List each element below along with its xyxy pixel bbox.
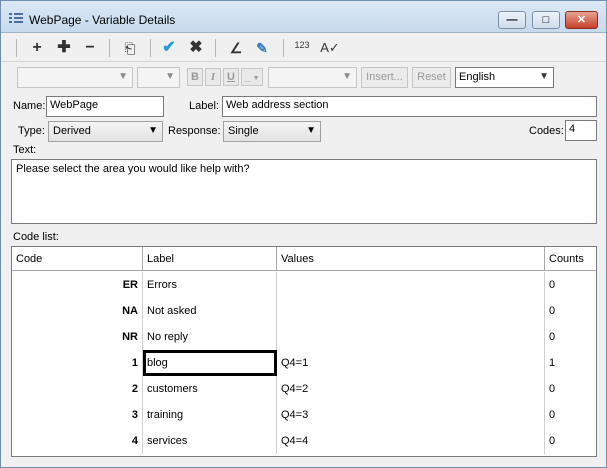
chevron-down-icon: ▼ (342, 71, 352, 82)
variable-list-icon (9, 12, 23, 24)
code-cell[interactable]: ER (12, 272, 143, 298)
maximize-icon: □ (542, 14, 550, 26)
values-cell[interactable]: Q4=4 (277, 428, 545, 454)
close-icon: ✕ (576, 14, 587, 26)
toolbar-separator (150, 39, 151, 57)
chevron-down-icon: ▼ (148, 125, 158, 136)
font-size-select[interactable]: ▼ (137, 67, 180, 88)
codes-field[interactable]: 4 (565, 120, 597, 141)
bold-button[interactable]: B (187, 68, 203, 86)
ok-check-button[interactable]: ✔ (158, 38, 180, 58)
table-row[interactable]: 2 customers Q4=2 0 (12, 376, 596, 402)
title-bar[interactable]: WebPage - Variable Details — □ ✕ (1, 1, 606, 33)
values-cell[interactable]: Q4=2 (277, 376, 545, 402)
line-style-button[interactable]: _ ▼ (241, 68, 263, 86)
spell-check-button[interactable]: A✓ (319, 38, 341, 58)
table-row[interactable]: 1 blog Q4=1 1 (12, 350, 596, 376)
window-title: WebPage - Variable Details (29, 13, 176, 27)
toolbar-separator (109, 39, 110, 57)
minimize-icon: — (506, 14, 518, 26)
chevron-down-icon: ▼ (165, 71, 175, 82)
counts-cell: 1 (549, 357, 556, 369)
counts-cell: 0 (549, 435, 556, 447)
chevron-down-icon: ▼ (118, 71, 128, 82)
table-row[interactable]: NR No reply 0 (12, 324, 596, 350)
chevron-down-icon: ▼ (539, 71, 549, 82)
font-family-select[interactable]: ▼ (17, 67, 133, 88)
chevron-down-icon: ▼ (306, 125, 316, 136)
values-cell[interactable] (277, 272, 545, 298)
code-cell[interactable]: 1 (12, 350, 143, 376)
label-cell[interactable]: Errors (143, 272, 277, 298)
code-cell[interactable]: 3 (12, 402, 143, 428)
language-select[interactable]: English ▼ (455, 67, 554, 88)
values-cell[interactable]: Q4=1 (277, 350, 545, 376)
import-button[interactable]: ⎗ (119, 38, 141, 58)
counts-cell: 0 (549, 383, 556, 395)
type-value: Derived (53, 125, 91, 137)
code-cell[interactable]: NR (12, 324, 143, 350)
label-cell[interactable]: No reply (143, 324, 277, 350)
counts-cell: 0 (549, 279, 556, 291)
code-list-table[interactable]: Code Label Values Counts ER Errors 0 NA … (11, 246, 597, 457)
column-header-label[interactable]: Label (143, 247, 277, 271)
add-code-button[interactable]: + (26, 38, 48, 58)
column-header-values[interactable]: Values (277, 247, 545, 271)
text-label: Text: (13, 144, 37, 156)
label-cell[interactable]: customers (143, 376, 277, 402)
insert-button[interactable]: Insert... (361, 67, 408, 88)
codes-label: Codes: (529, 125, 564, 137)
close-button[interactable]: ✕ (565, 11, 598, 29)
toolbar-separator (16, 39, 17, 57)
name-field[interactable]: WebPage (46, 96, 164, 117)
variable-details-window: WebPage - Variable Details — □ ✕ + ✚ − ⎗… (0, 0, 607, 468)
maximize-button[interactable]: □ (532, 11, 560, 29)
code-cell[interactable]: NA (12, 298, 143, 324)
numbering-button[interactable]: 123 (291, 40, 313, 60)
minimize-button[interactable]: — (498, 11, 526, 29)
label-cell-selected[interactable]: blog (143, 350, 277, 376)
cancel-x-button[interactable]: ✖ (185, 38, 207, 58)
values-cell[interactable] (277, 324, 545, 350)
table-row[interactable]: 4 services Q4=4 0 (12, 428, 596, 454)
type-label: Type: (18, 125, 45, 137)
insert-code-button[interactable]: ✚ (53, 38, 75, 58)
edit-tool-button[interactable]: ✎ (251, 38, 273, 58)
question-text-area[interactable]: Please select the area you would like he… (11, 159, 597, 224)
column-header-code[interactable]: Code (12, 247, 143, 271)
counts-cell: 0 (549, 331, 556, 343)
counts-cell: 0 (549, 409, 556, 421)
type-select[interactable]: Derived ▼ (48, 121, 163, 142)
code-list-label: Code list: (13, 231, 59, 243)
label-cell[interactable]: Not asked (143, 298, 277, 324)
name-label: Name: (13, 100, 46, 112)
response-select[interactable]: Single ▼ (223, 121, 321, 142)
table-row[interactable]: ER Errors 0 (12, 272, 596, 298)
counts-cell: 0 (549, 305, 556, 317)
values-cell[interactable] (277, 298, 545, 324)
label-cell[interactable]: training (143, 402, 277, 428)
reset-button[interactable]: Reset (412, 67, 451, 88)
code-cell[interactable]: 4 (12, 428, 143, 454)
remove-code-button[interactable]: − (79, 38, 101, 58)
toolbar-separator (283, 39, 284, 57)
table-header: Code Label Values Counts (12, 247, 596, 271)
color-select[interactable]: ▼ (268, 67, 357, 88)
table-row[interactable]: NA Not asked 0 (12, 298, 596, 324)
language-value: English (459, 71, 496, 83)
toolbar-separator (215, 39, 216, 57)
toolbar: + ✚ − ⎗ ✔ ✖ ∠ ✎ 123 A✓ (1, 34, 606, 62)
label-label: Label: (189, 100, 219, 112)
code-cell[interactable]: 2 (12, 376, 143, 402)
label-field[interactable]: Web address section (222, 96, 597, 117)
italic-button[interactable]: I (205, 68, 221, 86)
chart-tool-button[interactable]: ∠ (225, 38, 247, 58)
response-value: Single (228, 125, 259, 137)
table-row[interactable]: 3 training Q4=3 0 (12, 402, 596, 428)
values-cell[interactable]: Q4=3 (277, 402, 545, 428)
underline-button[interactable]: U (223, 68, 239, 86)
column-header-counts[interactable]: Counts (545, 247, 596, 271)
response-label: Response: (168, 125, 221, 137)
label-cell[interactable]: services (143, 428, 277, 454)
